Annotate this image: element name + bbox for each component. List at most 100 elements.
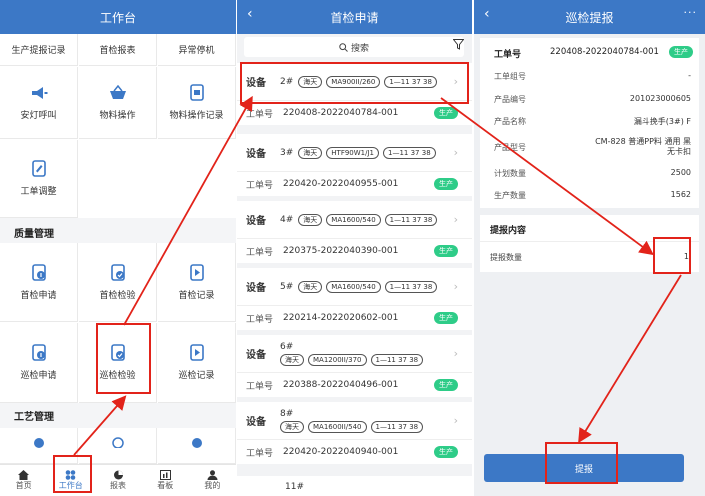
status-badge: 生产 — [434, 312, 458, 324]
equipment-tag: 1—11 37 38 — [384, 213, 438, 226]
status-badge: 生产 — [434, 446, 458, 458]
order-label: 工单号 — [494, 50, 522, 60]
tab-workbench[interactable]: 工作台 — [47, 465, 94, 496]
info-row: 工单组号 - — [494, 71, 691, 81]
grid-item-order-adjust[interactable]: 工单调整 — [0, 140, 78, 218]
board-icon — [159, 470, 171, 480]
list-item[interactable]: 设备 2# 海天 MA900II/260 1—11 37 38 › 工单号 220408-20… — [237, 63, 472, 125]
first-inspect-apply-panel: ‹ 首检申请 搜索 设备 2# 海天 MA900II/260 1—11 37 38 › 工单… — [237, 0, 472, 496]
bottom-tab-bar: 首页 工作台 报表 看板 我的 — [0, 464, 236, 496]
doc-record-icon — [189, 263, 204, 281]
order-value: 220408-2022040784-001 — [550, 47, 659, 57]
info-row: 产品编号 201023000605 — [494, 94, 691, 104]
equipment-row: 设备 3# 海天 HTF90W1/J1 1—11 37 38 — [246, 134, 440, 171]
equipment-tag: MA1600II/540 — [308, 420, 367, 433]
tab-mine[interactable]: 我的 — [189, 465, 236, 496]
grid-item-partial[interactable] — [158, 428, 236, 464]
list-item[interactable]: 设备 3# 海天 HTF90W1/J1 1—11 37 38 › 工单号 220420-202… — [237, 134, 472, 196]
equipment-tag: HTF90W1/J1 — [326, 146, 380, 159]
grid-item-partial[interactable] — [79, 428, 157, 464]
divider — [237, 238, 472, 239]
status-badge: 生产 — [434, 379, 458, 391]
equipment-tag: 海天 — [298, 146, 323, 159]
chevron-right-icon: › — [453, 280, 458, 293]
workbench-header: 工作台 — [0, 0, 236, 34]
back-icon[interactable]: ‹ — [484, 6, 490, 22]
divider — [480, 241, 699, 242]
equipment-row: 设备 6# 海天 MA1200II/370 1—11 37 38 — [246, 335, 427, 372]
status-badge: 生产 — [669, 46, 693, 58]
grid-item-patrol-inspect-record[interactable]: 巡检记录 — [158, 323, 236, 403]
filter-icon[interactable] — [453, 39, 464, 50]
order-row: 工单号 220388-2022040496-001 — [246, 380, 399, 392]
equipment-tag: 1—11 37 38 — [384, 280, 438, 293]
home-icon — [18, 470, 30, 480]
chevron-right-icon: › — [453, 146, 458, 159]
grid-item-first-inspect-record[interactable]: 首检记录 — [158, 243, 236, 322]
back-icon[interactable]: ‹ — [247, 6, 253, 22]
list-item-partial[interactable]: 11# — [237, 476, 472, 496]
order-row: 工单号 220420-2022040955-001 — [246, 179, 399, 191]
status-badge: 生产 — [434, 107, 458, 119]
grid-item-partial[interactable]: 异常停机 — [158, 34, 236, 66]
divider — [237, 372, 472, 373]
info-row: 生产数量 1562 — [494, 190, 691, 200]
chevron-right-icon: › — [453, 414, 458, 427]
report-content-card: 提报内容 提报数量 1 — [480, 215, 699, 272]
tab-home[interactable]: 首页 — [0, 465, 47, 496]
grid-item-partial[interactable]: 生产提报记录 — [0, 34, 78, 66]
page-title: 巡检提报 — [565, 10, 614, 25]
info-row: 产品型号 CM-828 普通PP料 通用 黑 无卡扣 — [494, 137, 691, 156]
info-row: 产品名称 漏斗挽手(3#) F — [494, 117, 691, 126]
equipment-row: 设备 5# 海天 MA1600/540 1—11 37 38 — [246, 268, 441, 305]
grid-item-patrol-inspect-apply[interactable]: 巡检申请 — [0, 323, 78, 403]
qty-input[interactable]: 1 — [684, 252, 689, 261]
page-title: 工作台 — [99, 10, 136, 25]
process-icon — [111, 437, 124, 448]
report-header: ‹ 巡检提报 ··· — [474, 0, 705, 34]
grid-item-partial[interactable] — [0, 428, 78, 464]
order-info-card: 工单号 220408-2022040784-001 生产 工单组号 - 产品编号 2… — [480, 38, 699, 208]
user-icon — [207, 470, 218, 480]
process-icon — [191, 438, 202, 448]
tab-reports[interactable]: 报表 — [94, 465, 141, 496]
order-row: 工单号 220420-2022040940-001 — [246, 447, 399, 459]
divider — [237, 171, 472, 172]
search-input[interactable]: 搜索 — [244, 37, 464, 57]
search-icon — [339, 42, 348, 52]
grid-item-first-inspect-check[interactable]: 首检检验 — [79, 243, 157, 322]
grid-item-andon-call[interactable]: 安灯呼叫 — [0, 67, 78, 139]
tab-board[interactable]: 看板 — [142, 465, 189, 496]
doc-check-icon — [110, 344, 125, 361]
section-title-process: 工艺管理 — [14, 412, 54, 423]
equipment-tag: MA1600/540 — [326, 280, 381, 293]
list-item[interactable]: 设备 4# 海天 MA1600/540 1—11 37 38 › 工单号 220375-202… — [237, 201, 472, 263]
doc-info-icon — [31, 263, 46, 281]
equipment-tag: 海天 — [298, 280, 323, 293]
equipment-row: 设备 2# 海天 MA900II/260 1—11 37 38 — [246, 63, 441, 100]
submit-button[interactable]: 提报 — [484, 454, 684, 482]
grid-item-partial[interactable]: 首检报表 — [79, 34, 157, 66]
order-row: 工单号 220214-2022020602-001 — [246, 313, 399, 325]
patrol-report-panel: ‹ 巡检提报 ··· 工单号 220408-2022040784-001 生产 … — [474, 0, 705, 496]
chevron-right-icon: › — [453, 213, 458, 226]
grid-icon — [65, 470, 76, 480]
grid-item-material-record[interactable]: 物料操作记录 — [158, 67, 236, 139]
equipment-row: 设备 4# 海天 MA1600/540 1—11 37 38 — [246, 201, 441, 238]
chevron-right-icon: › — [453, 75, 458, 88]
list-item[interactable]: 设备 5# 海天 MA1600/540 1—11 37 38 › 工单号 220214-202… — [237, 268, 472, 330]
more-icon[interactable]: ··· — [684, 6, 698, 19]
page-title: 首检申请 — [330, 10, 379, 25]
list-item[interactable]: 设备 6# 海天 MA1200II/370 1—11 37 38 › 工单号 220388-2… — [237, 335, 472, 397]
grid-item-material-op[interactable]: 物料操作 — [79, 67, 157, 139]
process-icon — [33, 438, 44, 448]
divider — [237, 305, 472, 306]
status-badge: 生产 — [434, 178, 458, 190]
grid-item-patrol-inspect-check[interactable]: 巡检检验 — [79, 323, 157, 403]
equipment-tag: 1—11 37 38 — [383, 146, 436, 159]
equipment-row: 设备 8# 海天 MA1600II/540 1—11 37 38 — [246, 402, 427, 439]
equipment-tag: 海天 — [298, 75, 323, 88]
list-item[interactable]: 设备 8# 海天 MA1600II/540 1—11 37 38 › 工单号 220420-2… — [237, 402, 472, 464]
pie-icon — [113, 470, 123, 480]
grid-item-first-inspect-apply[interactable]: 首检申请 — [0, 243, 78, 322]
